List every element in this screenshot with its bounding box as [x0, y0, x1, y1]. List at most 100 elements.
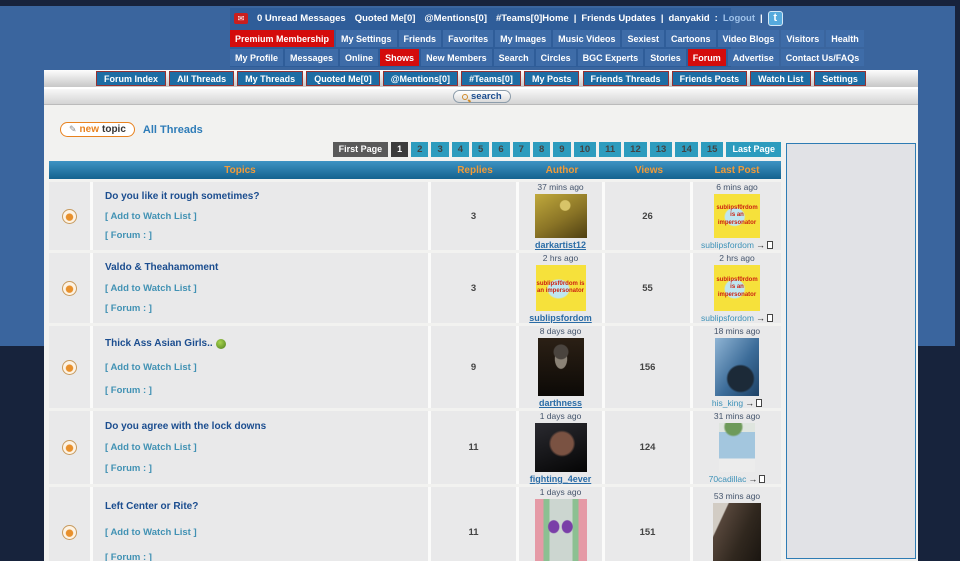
thread-title-link[interactable]: Left Center or Rite?	[105, 501, 428, 512]
goto-last-post-icon[interactable]: →	[756, 241, 765, 250]
page-button[interactable]: 8	[533, 142, 550, 157]
last-post-avatar[interactable]	[719, 423, 755, 472]
author-avatar[interactable]	[535, 194, 587, 238]
goto-last-post-icon[interactable]: →	[756, 314, 765, 323]
nav-favorites[interactable]: Favorites	[443, 30, 493, 47]
nav-advertise[interactable]: Advertise	[728, 49, 779, 66]
settings-button[interactable]: Settings	[814, 71, 866, 86]
nav-cartoons[interactable]: Cartoons	[666, 30, 716, 47]
friends-posts-button[interactable]: Friends Posts	[672, 71, 748, 86]
nav-search[interactable]: Search	[494, 49, 534, 66]
twitter-icon[interactable]: t	[768, 11, 783, 26]
last-post-avatar[interactable]	[713, 503, 761, 561]
mentions-link[interactable]: @Mentions[0]	[424, 13, 487, 24]
forum-index-button[interactable]: Forum Index	[96, 71, 166, 86]
last-post-avatar[interactable]: sublipsf0rdom is an impersonator	[714, 265, 760, 311]
page-button[interactable]: 9	[553, 142, 570, 157]
search-button[interactable]: search	[453, 90, 511, 103]
add-to-watch-list-link[interactable]: [ Add to Watch List ]	[105, 283, 428, 294]
goto-last-post-icon[interactable]	[767, 241, 773, 249]
last-post-username-link[interactable]: his_king	[712, 398, 743, 408]
thread-title-link[interactable]: Thick Ass Asian Girls..	[105, 338, 428, 349]
nav-video-blogs[interactable]: Video Blogs	[718, 30, 780, 47]
nav-messages[interactable]: Messages	[285, 49, 338, 66]
author-avatar[interactable]	[535, 423, 587, 472]
watch-list-button[interactable]: Watch List	[750, 71, 811, 86]
thread-title-link[interactable]: Do you agree with the lock downs	[105, 421, 428, 432]
last-post-username-link[interactable]: sublipsfordom	[701, 240, 754, 250]
nav-shows[interactable]: Shows	[380, 49, 419, 66]
goto-last-post-icon[interactable]	[756, 399, 762, 407]
page-button[interactable]: 6	[492, 142, 509, 157]
nav-visitors[interactable]: Visitors	[781, 30, 824, 47]
nav-my-profile[interactable]: My Profile	[230, 49, 283, 66]
envelope-icon[interactable]: ✉	[234, 13, 248, 24]
nav-sexiest[interactable]: Sexiest	[622, 30, 664, 47]
author-username-link[interactable]: fighting_4ever	[530, 474, 592, 484]
forum-link[interactable]: [ Forum : ]	[105, 463, 428, 474]
my-threads-button[interactable]: My Threads	[237, 71, 303, 86]
nav-new-members[interactable]: New Members	[421, 49, 492, 66]
page-button[interactable]: 14	[675, 142, 698, 157]
add-to-watch-list-link[interactable]: [ Add to Watch List ]	[105, 527, 428, 538]
nav-music-videos[interactable]: Music Videos	[553, 30, 620, 47]
quoted-me-button[interactable]: Quoted Me[0]	[306, 71, 380, 86]
author-username-link[interactable]: darthness	[539, 398, 582, 408]
add-to-watch-list-link[interactable]: [ Add to Watch List ]	[105, 442, 428, 453]
author-username-link[interactable]: darkartist12	[535, 240, 586, 250]
logout-link[interactable]: Logout	[723, 13, 755, 24]
nav-stories[interactable]: Stories	[645, 49, 686, 66]
forum-link[interactable]: [ Forum : ]	[105, 230, 428, 241]
friends-threads-button[interactable]: Friends Threads	[583, 71, 669, 86]
nav-friends[interactable]: Friends	[399, 30, 442, 47]
last-post-avatar[interactable]: sublipsf0rdom is an impersonator	[714, 194, 760, 238]
teams-link[interactable]: #Teams[0]	[496, 13, 542, 24]
goto-last-post-icon[interactable]: →	[748, 475, 757, 484]
nav-premium-membership[interactable]: Premium Membership	[230, 30, 334, 47]
last-post-avatar[interactable]	[715, 338, 759, 396]
teams-button[interactable]: #Teams[0]	[461, 71, 521, 86]
author-avatar[interactable]	[538, 338, 584, 396]
goto-last-post-icon[interactable]	[767, 314, 773, 322]
thread-title-link[interactable]: Valdo & Theahamoment	[105, 262, 428, 273]
new-topic-button[interactable]: ✎ newtopic	[60, 122, 135, 137]
nav-contact-us[interactable]: Contact Us/FAQs	[781, 49, 865, 66]
page-button[interactable]: 12	[624, 142, 647, 157]
author-avatar[interactable]	[535, 499, 587, 561]
nav-my-settings[interactable]: My Settings	[336, 30, 397, 47]
friends-updates-link[interactable]: Friends Updates	[581, 13, 655, 24]
last-post-username-link[interactable]: 70cadillac	[709, 474, 747, 484]
forum-link[interactable]: [ Forum : ]	[105, 552, 428, 561]
nav-circles[interactable]: Circles	[536, 49, 576, 66]
nav-online[interactable]: Online	[340, 49, 378, 66]
forum-link[interactable]: [ Forum : ]	[105, 303, 428, 314]
add-to-watch-list-link[interactable]: [ Add to Watch List ]	[105, 362, 428, 373]
nav-health[interactable]: Health	[826, 30, 864, 47]
forum-link[interactable]: [ Forum : ]	[105, 385, 428, 396]
all-threads-button[interactable]: All Threads	[169, 71, 234, 86]
nav-my-images[interactable]: My Images	[495, 30, 551, 47]
last-post-username-link[interactable]: sublipsfordom	[701, 313, 754, 323]
quoted-me-link[interactable]: Quoted Me[0]	[355, 13, 416, 24]
home-link[interactable]: Home	[542, 13, 568, 24]
page-button[interactable]: 4	[452, 142, 469, 157]
page-button[interactable]: 3	[431, 142, 448, 157]
page-button[interactable]: 15	[701, 142, 724, 157]
first-page-button[interactable]: First Page	[333, 142, 389, 157]
unread-messages-link[interactable]: 0 Unread Messages	[257, 13, 346, 24]
page-1-current[interactable]: 1	[391, 142, 408, 157]
page-button[interactable]: 5	[472, 142, 489, 157]
page-button[interactable]: 7	[513, 142, 530, 157]
nav-bgc-experts[interactable]: BGC Experts	[578, 49, 644, 66]
my-posts-button[interactable]: My Posts	[524, 71, 580, 86]
goto-last-post-icon[interactable]	[759, 475, 765, 483]
page-button[interactable]: 13	[650, 142, 673, 157]
thread-title-link[interactable]: Do you like it rough sometimes?	[105, 191, 428, 202]
page-button[interactable]: 2	[411, 142, 428, 157]
add-to-watch-list-link[interactable]: [ Add to Watch List ]	[105, 211, 428, 222]
author-username-link[interactable]: sublipsfordom	[529, 313, 592, 323]
page-button[interactable]: 10	[574, 142, 597, 157]
last-page-button[interactable]: Last Page	[726, 142, 781, 157]
author-avatar[interactable]: sublipsf0rdom is an impersonator	[536, 265, 586, 311]
nav-forum[interactable]: Forum	[688, 49, 726, 66]
